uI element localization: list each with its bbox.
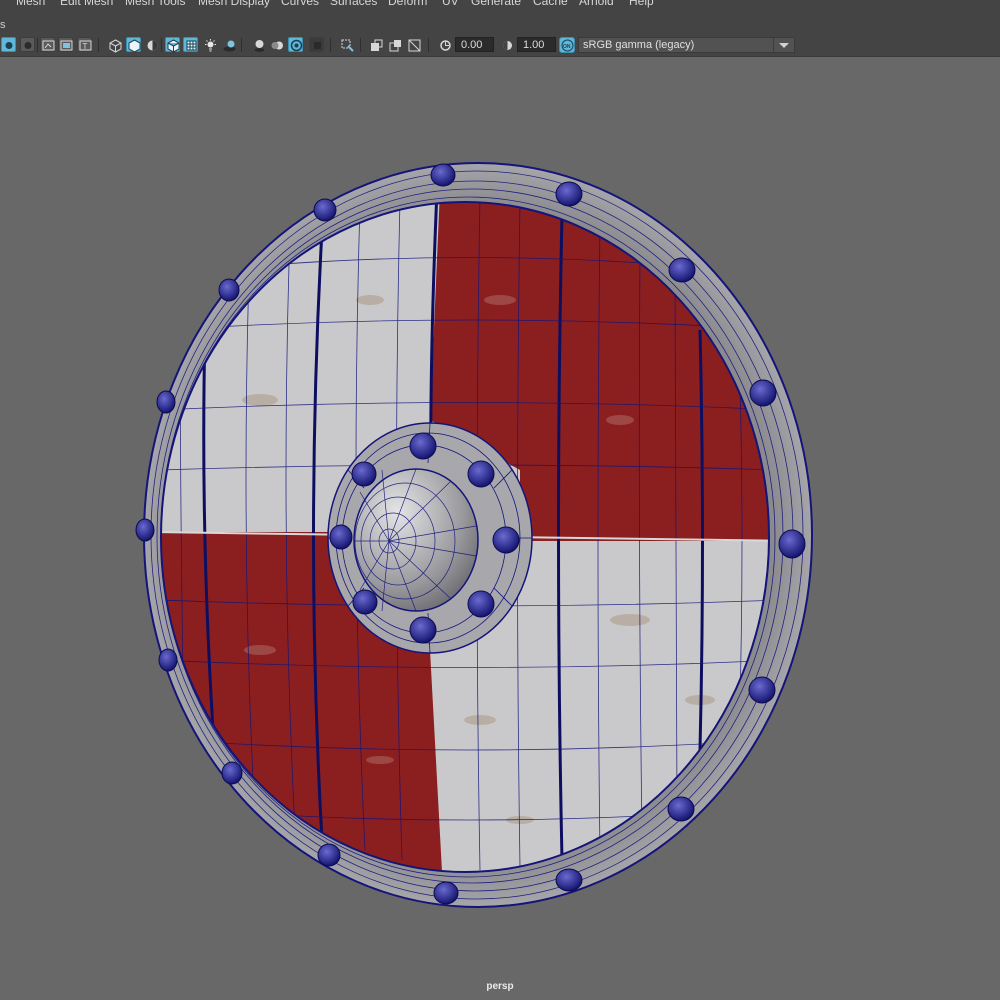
xray-active-icon[interactable] <box>406 37 421 52</box>
color-management-icon[interactable]: ON <box>559 37 575 53</box>
menu-mesh[interactable]: Mesh <box>16 0 45 8</box>
exposure-field[interactable]: 0.00 <box>455 37 494 52</box>
camera-name-label: persp <box>486 981 514 992</box>
menu-generate[interactable]: Generate <box>471 0 521 8</box>
film-gate-icon[interactable] <box>20 37 35 52</box>
safe-title-icon[interactable]: T <box>77 37 92 52</box>
menu-arnold[interactable]: Arnold <box>579 0 614 8</box>
menu-edit-mesh[interactable]: Edit Mesh <box>60 0 113 8</box>
flat-shade-icon[interactable] <box>144 37 159 52</box>
shield-mesh[interactable] <box>0 56 1000 1000</box>
menu-mesh-display[interactable]: Mesh Display <box>198 0 270 8</box>
colorspace-selected-label: sRGB gamma (legacy) <box>583 39 695 51</box>
menu-surfaces[interactable]: Surfaces <box>330 0 377 8</box>
wireframe-icon[interactable] <box>107 37 122 53</box>
panel-menu-label[interactable]: s <box>0 19 6 31</box>
main-menubar: Mesh Edit Mesh Mesh Tools Mesh Display C… <box>0 0 1000 9</box>
gamma-field[interactable]: 1.00 <box>517 37 556 52</box>
menu-cache[interactable]: Cache <box>533 0 568 8</box>
menu-deform[interactable]: Deform <box>388 0 427 8</box>
menu-curves[interactable]: Curves <box>281 0 319 8</box>
xray-joints-icon[interactable] <box>387 37 402 52</box>
chevron-down-icon[interactable] <box>773 38 794 52</box>
safe-action-icon[interactable] <box>58 37 73 52</box>
menu-uv[interactable]: UV <box>442 0 459 8</box>
camera-attributes-icon[interactable] <box>1 37 16 52</box>
menu-help[interactable]: Help <box>629 0 654 8</box>
menu-mesh-tools[interactable]: Mesh Tools <box>125 0 185 8</box>
svg-text:T: T <box>83 42 88 51</box>
shadows-icon[interactable] <box>221 37 236 52</box>
viewport-toolbar: T 0.00 1.00 ON sRGB gamma (legacy) <box>0 34 1000 57</box>
colorspace-dropdown[interactable]: sRGB gamma (legacy) <box>578 37 795 53</box>
ambient-occlusion-icon[interactable] <box>251 37 266 52</box>
exposure-icon[interactable] <box>437 37 452 52</box>
textured-icon[interactable] <box>183 37 198 52</box>
motion-blur-icon[interactable] <box>269 37 284 52</box>
xray-icon[interactable] <box>368 37 383 52</box>
gamma-icon[interactable] <box>499 37 514 52</box>
resolution-gate-icon[interactable] <box>40 37 55 52</box>
wireframe-on-shaded-icon[interactable] <box>165 37 180 53</box>
isolate-select-icon[interactable] <box>339 37 354 52</box>
use-lights-icon[interactable] <box>202 37 217 52</box>
panel-menubar: s <box>0 9 1000 34</box>
anti-aliasing-icon[interactable] <box>288 37 303 52</box>
depth-of-field-icon[interactable] <box>309 37 324 52</box>
color-management-on-badge: ON <box>563 44 571 50</box>
smooth-shade-icon[interactable] <box>126 37 141 53</box>
